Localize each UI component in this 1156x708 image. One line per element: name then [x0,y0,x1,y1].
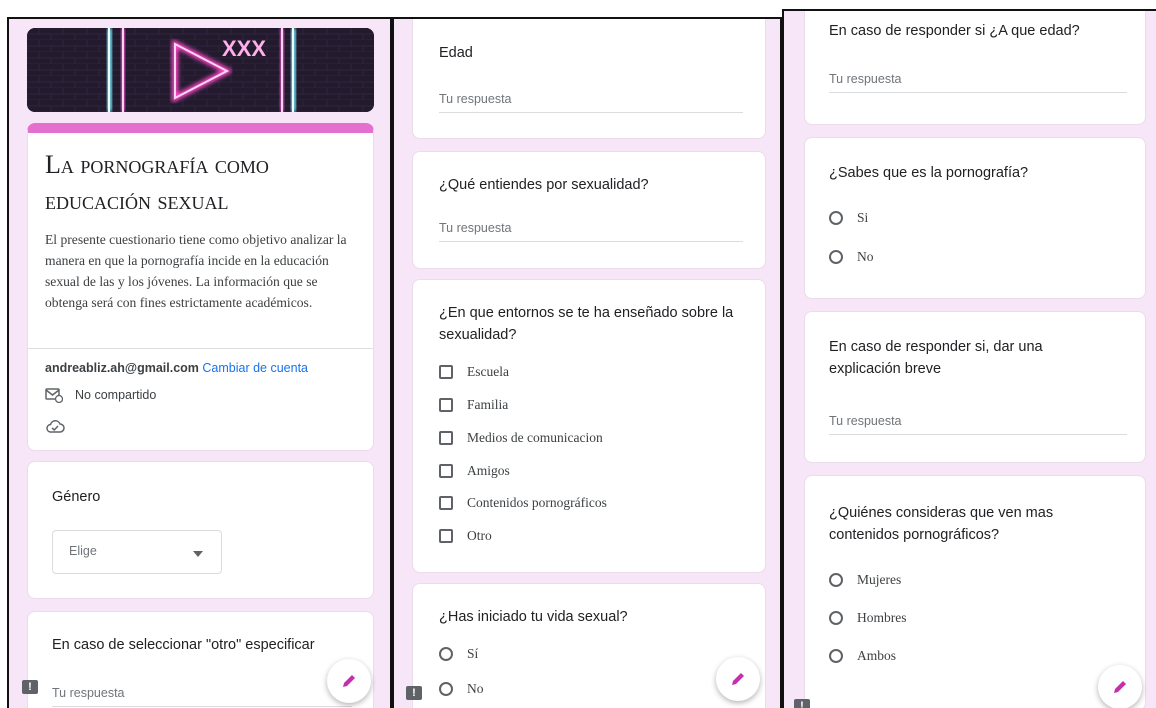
question-title-edad-si: En caso de responder si ¿A que edad? [829,23,1080,39]
pencil-icon [343,675,355,687]
option-label: Familia [467,397,509,412]
question-title-quienes: ¿Quiénes consideras que ven mas contenid… [829,505,1054,543]
form-title: La pornografía como educación sexual [45,150,269,215]
radio-option[interactable]: Sí [439,646,478,662]
option-label: Escuela [467,364,509,379]
answer-input-edad[interactable]: Tu respuesta [439,92,743,113]
banner-neon-text: XXX [222,36,266,61]
form-screenshot-panel-1: XXX La pornografía como educación sexual… [7,17,392,708]
question-card-entornos: ¿En que entornos se te ha enseñado sobre… [412,279,766,573]
mail-not-shared-icon [45,388,63,403]
edit-fab-button[interactable] [1098,665,1142,708]
option-label: Contenidos pornográficos [467,495,607,510]
answer-input-sexualidad[interactable]: Tu respuesta [439,221,743,242]
option-label: Si [857,210,869,225]
question-card-quienes: ¿Quiénes consideras que ven mas contenid… [804,475,1146,708]
neon-play-banner-image: XXX [27,28,374,112]
edit-fab-button[interactable] [716,657,760,701]
pencil-icon [732,673,744,685]
checkbox-option[interactable]: Otro [439,528,492,544]
question-card-vida-sexual: ¿Has iniciado tu vida sexual? Sí No [412,583,766,708]
option-label: No [467,681,484,696]
radio-icon [829,573,843,587]
question-card-edad: Edad Tu respuesta [412,19,766,139]
not-shared-row: No compartido [45,387,156,403]
switch-account-link[interactable]: Cambiar de cuenta [202,361,308,375]
checkbox-option[interactable]: Familia [439,397,508,413]
question-title-vida-sexual: ¿Has iniciado tu vida sexual? [439,609,628,625]
answer-input-otro[interactable]: Tu respuesta [52,686,352,707]
question-title-sabes-porno: ¿Sabes que es la pornografía? [829,165,1029,181]
form-header-card: La pornografía como educación sexual El … [27,123,374,451]
answer-input-explicacion[interactable]: Tu respuesta [829,414,1127,435]
header-banner: XXX [27,28,374,112]
radio-icon [439,647,453,661]
radio-option[interactable]: No [829,249,874,265]
pencil-icon [1114,681,1126,693]
option-label: Medios de comunicacion [467,430,603,445]
question-card-sabes-porno: ¿Sabes que es la pornografía? Si No [804,137,1146,299]
question-title-edad: Edad [439,45,473,61]
checkbox-icon [439,398,453,412]
question-card-otro: En caso de seleccionar "otro" especifica… [27,611,374,708]
form-description: El presente cuestionario tiene como obje… [45,232,347,310]
radio-option[interactable]: Hombres [829,610,907,626]
option-label: Otro [467,528,492,543]
answer-input-edad-si[interactable]: Tu respuesta [829,72,1127,93]
checkbox-option[interactable]: Escuela [439,364,509,380]
checkbox-icon [439,431,453,445]
account-row: andreabliz.ah@gmail.com Cambiar de cuent… [45,361,308,375]
cloud-check-icon [46,420,65,433]
radio-option[interactable]: No [439,681,484,697]
checkbox-icon [439,464,453,478]
radio-icon [439,682,453,696]
question-title-sexualidad: ¿Qué entiendes por sexualidad? [439,177,649,193]
question-title-genero: Género [52,489,101,505]
radio-option[interactable]: Mujeres [829,572,901,588]
edit-fab-button[interactable] [327,659,371,703]
option-label: No [857,249,874,264]
option-label: Sí [467,646,479,661]
checkbox-icon [439,365,453,379]
report-icon[interactable]: ! [794,699,810,708]
radio-icon [829,211,843,225]
form-screenshot-panel-2: Edad Tu respuesta ¿Qué entiendes por sex… [392,17,782,708]
account-email: andreabliz.ah@gmail.com [45,361,199,375]
radio-icon [829,611,843,625]
option-label: Ambos [857,648,897,663]
dropdown-placeholder: Elige [69,544,97,558]
genero-dropdown[interactable]: Elige [52,530,222,574]
checkbox-icon [439,496,453,510]
dropdown-arrow-icon [193,551,203,557]
checkbox-option[interactable]: Amigos [439,463,510,479]
report-icon[interactable]: ! [406,686,422,700]
radio-icon [829,250,843,264]
question-card-sexualidad: ¿Qué entiendes por sexualidad? Tu respue… [412,151,766,269]
checkbox-option[interactable]: Medios de comunicacion [439,430,603,446]
question-title-otro: En caso de seleccionar "otro" especifica… [52,637,315,653]
option-label: Hombres [857,610,907,625]
question-card-explicacion: En caso de responder si, dar una explica… [804,311,1146,463]
radio-option[interactable]: Ambos [829,648,896,664]
checkbox-icon [439,529,453,543]
option-label: Amigos [467,463,510,478]
question-title-explicacion: En caso de responder si, dar una explica… [829,339,1043,377]
report-icon[interactable]: ! [22,680,38,694]
not-shared-label: No compartido [75,388,157,402]
question-card-edad-si: En caso de responder si ¿A que edad? Tu … [804,11,1146,125]
form-screenshot-panel-3: En caso de responder si ¿A que edad? Tu … [782,9,1156,708]
checkbox-option[interactable]: Contenidos pornográficos [439,495,607,511]
question-title-entornos: ¿En que entornos se te ha enseñado sobre… [439,305,734,343]
radio-icon [829,649,843,663]
question-card-genero: Género Elige [27,461,374,599]
option-label: Mujeres [857,572,902,587]
radio-option[interactable]: Si [829,210,868,226]
